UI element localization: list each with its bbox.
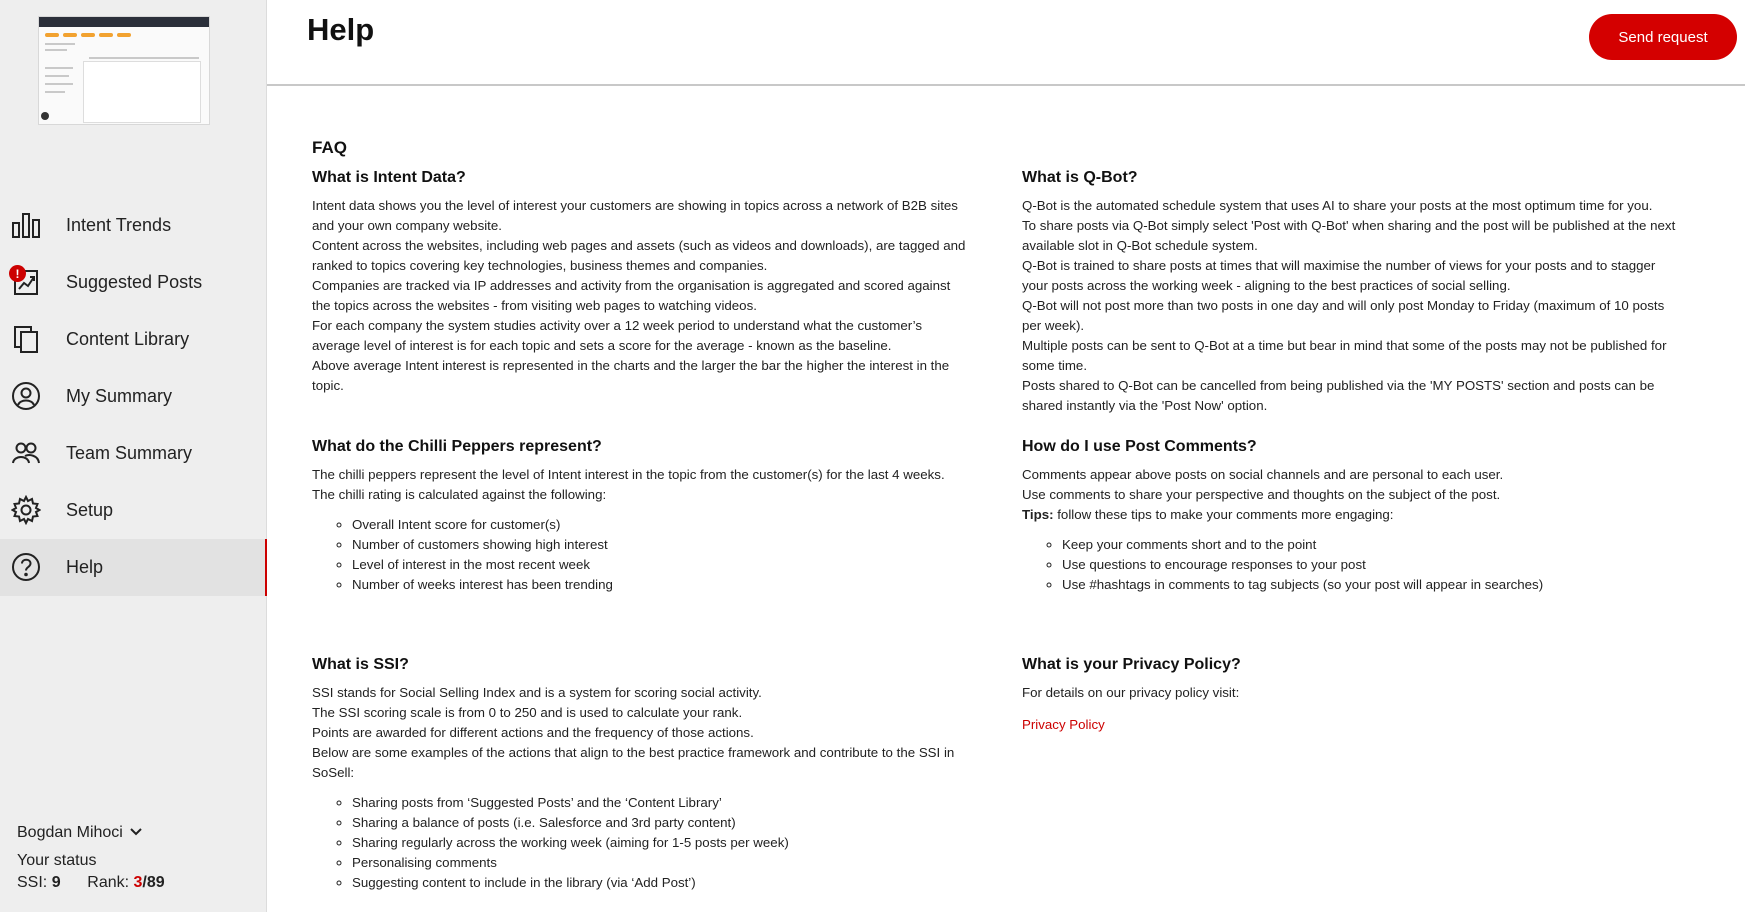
faq-paragraph: Use comments to share your perspective a… [1022, 487, 1501, 502]
list-item: Sharing posts from ‘Suggested Posts’ and… [352, 793, 972, 813]
sidebar-item-my-summary[interactable]: My Summary [0, 368, 266, 425]
sidebar: Intent Trends ! Suggested Posts Content … [0, 0, 267, 912]
faq-paragraph: Multiple posts can be sent to Q-Bot at a… [1022, 338, 1667, 373]
faq-paragraph: Content across the websites, including w… [312, 238, 966, 273]
sidebar-item-help[interactable]: Help [0, 539, 267, 596]
faq-bullet-list: Sharing posts from ‘Suggested Posts’ and… [312, 793, 972, 893]
copy-documents-icon [11, 324, 41, 354]
users-icon [11, 438, 41, 468]
faq-paragraph: The chilli rating is calculated against … [312, 487, 607, 502]
faq-paragraph: Q-Bot is the automated schedule system t… [1022, 198, 1653, 213]
tips-label: Tips: [1022, 507, 1054, 522]
rank-label: Rank: [87, 874, 130, 891]
sidebar-nav: Intent Trends ! Suggested Posts Content … [0, 197, 267, 596]
user-circle-icon [11, 381, 41, 411]
faq-paragraph: Intent data shows you the level of inter… [312, 198, 958, 233]
ssi-label: SSI: [17, 874, 48, 891]
user-panel: Bogdan Mihoci Your status SSI: 9 Rank: 3… [17, 824, 165, 892]
privacy-policy-link[interactable]: Privacy Policy [1022, 715, 1105, 735]
list-item: Sharing a balance of posts (i.e. Salesfo… [352, 813, 972, 833]
faq-heading: What is Intent Data? [312, 169, 466, 186]
faq-paragraph: SSI stands for Social Selling Index and … [312, 685, 762, 700]
user-name: Bogdan Mihoci [17, 824, 123, 841]
list-item: Number of weeks interest has been trendi… [352, 575, 972, 595]
sidebar-item-label: Suggested Posts [66, 272, 203, 292]
page-title: Help [307, 12, 375, 47]
faq-paragraph: The chilli peppers represent the level o… [312, 467, 945, 482]
chevron-down-icon [129, 824, 143, 842]
list-item: Number of customers showing high interes… [352, 535, 972, 555]
sidebar-item-team-summary[interactable]: Team Summary [0, 425, 266, 482]
faq-paragraph: Q-Bot is trained to share posts at times… [1022, 258, 1656, 293]
list-item: Sharing regularly across the working wee… [352, 833, 972, 853]
sidebar-item-label: Intent Trends [66, 215, 172, 235]
sidebar-item-label: Team Summary [66, 443, 193, 463]
sidebar-item-label: Setup [66, 500, 114, 520]
faq-paragraph: Q-Bot will not post more than two posts … [1022, 298, 1665, 333]
list-item: Use questions to encourage responses to … [1062, 555, 1682, 575]
faq-ssi: What is SSI? SSI stands for Social Selli… [312, 655, 972, 893]
faq-bullet-list: Overall Intent score for customer(s) Num… [312, 515, 972, 595]
ssi-value: 9 [51, 874, 61, 891]
rank-total: /89 [142, 874, 165, 891]
faq-paragraph: To share posts via Q-Bot simply select '… [1022, 218, 1676, 253]
faq-title: FAQ [312, 138, 347, 157]
notification-badge: ! [9, 265, 26, 282]
sidebar-item-content-library[interactable]: Content Library [0, 311, 266, 368]
bar-chart-icon [11, 210, 41, 240]
faq-paragraph: Companies are tracked via IP addresses a… [312, 278, 951, 313]
faq-heading: How do I use Post Comments? [1022, 438, 1257, 455]
faq-paragraph: For details on our privacy policy visit: [1022, 685, 1240, 700]
faq-heading: What do the Chilli Peppers represent? [312, 438, 602, 455]
faq-heading: What is SSI? [312, 656, 409, 673]
page-header: Help Send request [267, 0, 1745, 86]
tips-text: follow these tips to make your comments … [1053, 507, 1394, 522]
sidebar-item-label: Content Library [66, 329, 190, 349]
list-item: Overall Intent score for customer(s) [352, 515, 972, 535]
faq-paragraph: The SSI scoring scale is from 0 to 250 a… [312, 705, 743, 720]
faq-post-comments: How do I use Post Comments? Comments app… [1022, 437, 1682, 595]
sidebar-item-suggested-posts[interactable]: ! Suggested Posts [0, 254, 266, 311]
sidebar-item-label: Help [66, 557, 104, 577]
send-request-button[interactable]: Send request [1589, 14, 1737, 60]
status-stats: SSI: 9 Rank: 3/89 [17, 874, 165, 892]
gear-icon [10, 494, 42, 526]
sidebar-item-intent-trends[interactable]: Intent Trends [0, 197, 266, 254]
list-item: Level of interest in the most recent wee… [352, 555, 972, 575]
faq-paragraph: Above average Intent interest is represe… [312, 358, 950, 393]
faq-tips: Tips: follow these tips to make your com… [1022, 505, 1682, 525]
sidebar-item-setup[interactable]: Setup [0, 482, 266, 539]
faq-paragraph: Comments appear above posts on social ch… [1022, 467, 1504, 482]
list-item: Personalising comments [352, 853, 972, 873]
faq-heading: What is your Privacy Policy? [1022, 656, 1241, 673]
help-circle-icon [11, 552, 41, 582]
faq-paragraph: Posts shared to Q-Bot can be cancelled f… [1022, 378, 1655, 413]
faq-intent-data: What is Intent Data? Intent data shows y… [312, 168, 972, 396]
faq-privacy-policy: What is your Privacy Policy? For details… [1022, 655, 1682, 735]
user-menu[interactable]: Bogdan Mihoci [17, 824, 165, 842]
sidebar-item-label: My Summary [66, 386, 173, 406]
faq-paragraph: Points are awarded for different actions… [312, 725, 754, 740]
faq-paragraph: For each company the system studies acti… [312, 318, 922, 353]
status-label: Your status [17, 852, 97, 869]
list-item: Keep your comments short and to the poin… [1062, 535, 1682, 555]
faq-bullet-list: Keep your comments short and to the poin… [1022, 535, 1682, 595]
faq-qbot: What is Q-Bot? Q-Bot is the automated sc… [1022, 168, 1682, 416]
list-item: Suggesting content to include in the lib… [352, 873, 972, 893]
faq-heading: What is Q-Bot? [1022, 169, 1138, 186]
faq-paragraph: Below are some examples of the actions t… [312, 745, 955, 780]
app-preview-thumbnail [38, 16, 210, 125]
faq-chilli-peppers: What do the Chilli Peppers represent? Th… [312, 437, 972, 595]
list-item: Use #hashtags in comments to tag subject… [1062, 575, 1682, 595]
